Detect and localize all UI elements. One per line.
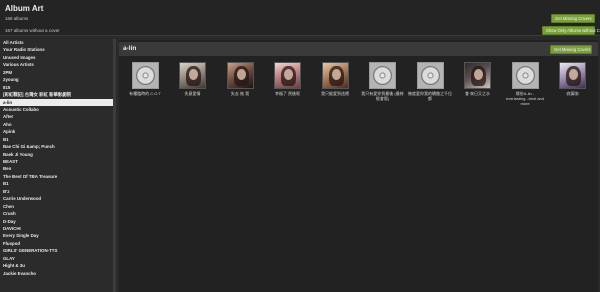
artist-item[interactable]: B1: [0, 136, 116, 143]
album-title: 有種臨時的 C.O.T: [129, 91, 161, 96]
album-title: 幾度愛你我的驕傲之千位都: [408, 91, 452, 101]
get-missing-covers-button[interactable]: Get Missing Covers: [551, 14, 595, 23]
artist-item[interactable]: D-Day: [0, 218, 116, 225]
cover-portrait-face: [236, 69, 246, 80]
cd-placeholder-icon[interactable]: [369, 62, 396, 89]
cd-placeholder-icon[interactable]: [511, 62, 539, 89]
album-item[interactable]: 失意愛情: [170, 62, 216, 96]
album-title: 我只有愛你到最後 (最終極會版): [361, 91, 404, 101]
artist-item[interactable]: Baek Ji Young: [0, 151, 116, 158]
album-cover-image[interactable]: [226, 62, 254, 89]
artist-item[interactable]: Every Single Day: [0, 232, 116, 239]
artist-item[interactable]: DAVICHI: [0, 225, 116, 232]
missing-cover-count: 167 albums without a cover: [5, 28, 60, 33]
artist-item[interactable]: 815: [0, 84, 116, 91]
artist-item[interactable]: Acoustic Collabo: [0, 106, 116, 113]
artist-item[interactable]: Crush: [0, 210, 116, 217]
artist-item[interactable]: Bae Chi Gi &amp; Punch: [0, 143, 116, 150]
artist-item[interactable]: Unused Images: [0, 54, 116, 61]
artist-sidebar[interactable]: All Artists Your Radio Stations Unused Ima…: [0, 39, 116, 292]
cover-portrait-face: [474, 69, 483, 80]
artist-item[interactable]: Chen: [0, 203, 116, 210]
disc-icon: [135, 66, 155, 85]
album-item[interactable]: 寂寞咖: [550, 62, 596, 96]
album-cover-image[interactable]: [559, 62, 586, 89]
artist-item[interactable]: Jackie Evancho: [0, 270, 116, 277]
artist-get-missing-covers-button[interactable]: Get Missing Covers: [550, 44, 592, 54]
album-cover-image[interactable]: [179, 62, 206, 89]
artist-list: All Artists Your Radio Stations Unused Ima…: [0, 39, 116, 277]
cover-portrait-face: [331, 69, 341, 80]
cover-portrait-face: [284, 69, 293, 80]
album-title: 緣份A-lin - everlasting...best and more: [505, 91, 545, 106]
album-cover-image[interactable]: [464, 62, 491, 89]
artist-item[interactable]: All Artists: [0, 39, 116, 46]
artist-item[interactable]: B1: [0, 180, 116, 187]
app-header: Album Art 168 albums 167 albums without …: [0, 0, 600, 36]
album-item[interactable]: 失去 她 我: [217, 62, 263, 96]
artist-item[interactable]: GLAY: [0, 255, 116, 262]
album-item[interactable]: 幸福了 然後呢: [265, 62, 311, 96]
artist-item[interactable]: Your Radio Stations: [0, 46, 116, 53]
artist-item[interactable]: 2young: [0, 76, 116, 83]
album-item[interactable]: 我只能愛到這裡: [312, 62, 358, 96]
album-item[interactable]: 緣份A-lin - everlasting...best and more: [502, 62, 548, 106]
album-title: 會 來日又之水: [464, 91, 491, 96]
artist-item[interactable]: Hight & 3u: [0, 262, 116, 269]
cd-placeholder-icon[interactable]: [416, 62, 444, 89]
disc-icon: [515, 66, 535, 85]
album-item[interactable]: 我只有愛你到最後 (最終極會版): [360, 62, 406, 101]
cover-portrait-face: [569, 69, 578, 80]
album-title: 幸福了 然後呢: [274, 91, 301, 96]
album-item[interactable]: 幾度愛你我的驕傲之千位都: [407, 62, 453, 101]
artist-item[interactable]: Ahn: [0, 121, 116, 128]
album-panel: a-lin Get Missing Covers 有種臨時的 C.O.T 失意愛情…: [119, 40, 598, 292]
album-title: 失意愛情: [184, 91, 201, 96]
show-missing-only-button[interactable]: Show Only Albums without Covers: [542, 26, 600, 35]
album-item[interactable]: 會 來日又之水: [455, 62, 501, 96]
album-cover-image[interactable]: [321, 62, 349, 89]
disc-icon: [373, 66, 392, 85]
album-title: 我只能愛到這裡: [321, 91, 349, 96]
artist-item[interactable]: Fluxpod: [0, 240, 116, 247]
artist-item[interactable]: B'z: [0, 188, 116, 195]
cover-portrait-face: [189, 69, 198, 80]
artist-item[interactable]: 2PM: [0, 69, 116, 76]
artist-item[interactable]: Ben: [0, 165, 116, 172]
artist-item[interactable]: The Best Of TBA Treasure: [0, 173, 116, 180]
artist-item[interactable]: Various Artists: [0, 61, 116, 68]
artist-title: a-lin: [123, 45, 137, 52]
app-title: Album Art: [5, 4, 44, 13]
artist-item[interactable]: GIRLS' GENERATION-TTS: [0, 247, 116, 254]
artist-item[interactable]: After: [0, 113, 116, 120]
artist-item[interactable]: Apink: [0, 128, 116, 135]
album-count: 168 albums: [5, 16, 29, 21]
cd-placeholder-icon[interactable]: [131, 62, 159, 89]
artist-item[interactable]: a-lin: [0, 98, 116, 106]
sidebar-scrollbar[interactable]: [113, 39, 116, 292]
sidebar-scroll-thumb[interactable]: [113, 39, 116, 292]
disc-icon: [420, 66, 440, 85]
artist-item[interactable]: BEAST: [0, 158, 116, 165]
artist-item[interactable]: [彩虹戰記] 台灣女 彩虹 新華影劇院: [0, 91, 116, 98]
album-title: 寂寞咖: [566, 91, 579, 96]
album-cover-image[interactable]: [274, 62, 301, 89]
artist-item[interactable]: Carrie Underwood: [0, 195, 116, 202]
album-title: 失去 她 我: [230, 91, 250, 96]
artist-header: a-lin Get Missing Covers: [119, 42, 598, 56]
album-item[interactable]: 有種臨時的 C.O.T: [122, 62, 168, 96]
